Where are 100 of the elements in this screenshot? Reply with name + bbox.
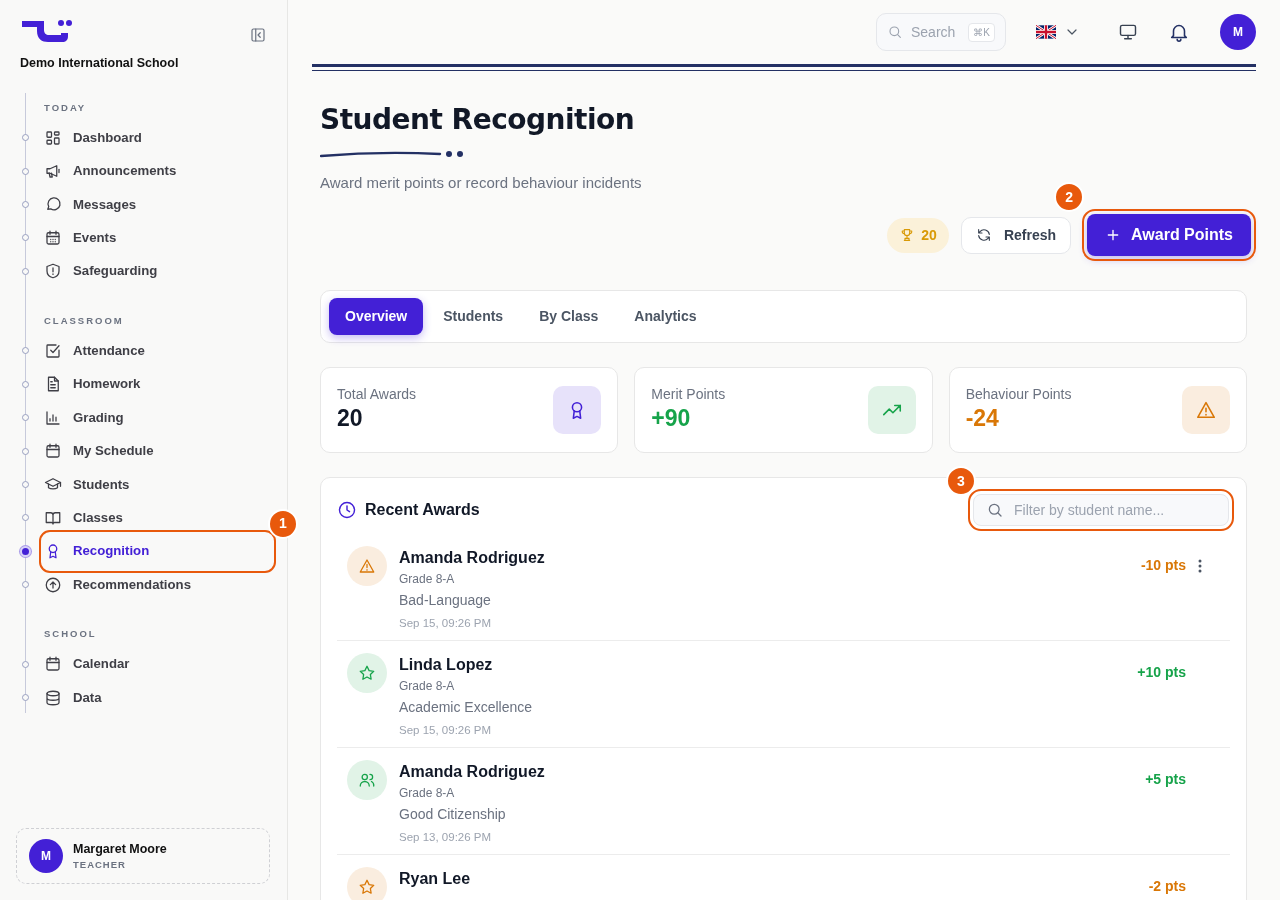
student-grade: Grade 8-A (399, 571, 456, 589)
tab[interactable]: Overview (329, 298, 424, 336)
section-title: Recent Awards (365, 500, 480, 521)
points-value: +5 pts (1145, 770, 1186, 790)
user-role: TEACHER (73, 858, 127, 873)
warning-icon (358, 557, 376, 576)
timeline-dot (22, 380, 29, 388)
sidebar-item[interactable]: Events (44, 221, 271, 255)
points-value: +10 pts (1137, 663, 1186, 683)
timeline-dot (22, 660, 29, 668)
refresh-button[interactable]: Refresh (960, 216, 1072, 254)
student-name: Linda Lopez (399, 655, 494, 676)
tab[interactable]: By Class (523, 298, 615, 336)
page-subtitle: Award merit points or record behaviour incidents (320, 172, 643, 193)
step-number-badge: 2 (1054, 182, 1085, 213)
sidebar-item[interactable]: Classes (44, 501, 271, 535)
section-heading: CLASSROOM (44, 313, 124, 328)
calendar-icon (44, 655, 62, 674)
star-icon (358, 878, 376, 897)
sidebar-item[interactable]: Recommendations (44, 567, 271, 602)
page-title: Student Recognition (320, 103, 636, 137)
more-options-icon[interactable] (1198, 559, 1202, 574)
award-reason: Good Citizenship (399, 805, 507, 825)
sidebar-item[interactable]: My Schedule (44, 434, 271, 468)
school-name: Demo International School (20, 55, 179, 72)
sidebar-item[interactable]: Recognition (44, 534, 271, 568)
timeline-dot (22, 167, 29, 175)
award-row[interactable]: Amanda Rodriguez Grade 8-A Bad-Language Sep 15, 09:26 PM -10 pts (337, 534, 1230, 642)
student-name: Amanda Rodriguez (399, 762, 545, 783)
sidebar-item[interactable]: Calendar (44, 647, 271, 681)
collapse-sidebar-icon[interactable] (249, 26, 267, 44)
student-grade: Grade 8-A (399, 785, 456, 803)
points-value: -10 pts (1140, 556, 1186, 576)
megaphone-icon (44, 162, 62, 181)
section-heading: SCHOOL (44, 627, 97, 642)
search-icon (887, 24, 903, 40)
user-name: Margaret Moore (73, 840, 167, 858)
award-row[interactable]: Amanda Rodriguez Grade 8-A Good Citizenship Sep 13, 09:26 PM +5 pts (337, 748, 1230, 856)
award-time: Sep 13, 09:26 PM (399, 830, 493, 846)
timeline-dot (22, 480, 29, 488)
timeline-dot (22, 200, 29, 208)
stat-label: Behaviour Points (965, 385, 1072, 405)
timeline-dot (22, 514, 29, 522)
points-value: -2 pts (1148, 877, 1186, 897)
total-awards-badge: 20 (887, 217, 949, 253)
timeline-dot (22, 234, 29, 242)
sidebar-item[interactable]: Dashboard (44, 121, 271, 155)
award-time: Sep 15, 09:26 PM (399, 616, 493, 632)
checkbox-icon (44, 341, 62, 360)
search-placeholder: Search (911, 22, 956, 42)
stat-value: +90 (651, 405, 692, 433)
tab[interactable]: Analytics (618, 298, 713, 336)
arrow-up-circle-icon (44, 575, 62, 594)
database-icon (44, 688, 62, 707)
timeline-dot (22, 447, 29, 455)
timeline-dot (22, 581, 29, 589)
user-avatar[interactable]: M (1220, 14, 1256, 50)
student-name: Amanda Rodriguez (399, 548, 545, 569)
sidebar-item[interactable]: Attendance (44, 334, 271, 368)
shield-icon (44, 262, 62, 281)
timeline-dot (22, 267, 29, 275)
grid-icon (44, 128, 62, 147)
shortcut-key: ⌘K (968, 22, 995, 42)
timeline-dot (22, 694, 29, 702)
stat-value: 20 (337, 405, 364, 433)
award-row[interactable]: Linda Lopez Grade 8-A Academic Excellence Sep 15, 09:26 PM +10 pts (337, 641, 1230, 749)
award-row[interactable]: Ryan Lee -2 pts (337, 855, 1230, 900)
sidebar-item[interactable]: Messages (44, 187, 271, 222)
timeline-dot (22, 134, 29, 142)
section-heading: TODAY (44, 100, 87, 115)
step-number-badge: 3 (946, 466, 976, 497)
calendar-icon (44, 228, 62, 247)
clock-icon (337, 500, 357, 521)
sidebar-item[interactable]: Grading (44, 401, 271, 435)
stat-label: Total Awards (337, 385, 417, 405)
sidebar-item[interactable]: Announcements (44, 154, 271, 188)
step-number-badge: 1 (268, 508, 298, 539)
calendar-icon (44, 442, 62, 461)
timeline-dot (22, 414, 29, 422)
stat-value: -24 (965, 405, 1000, 433)
student-name: Ryan Lee (399, 869, 471, 890)
user-avatar: M (29, 839, 63, 873)
refresh-icon (975, 227, 992, 244)
stat-label: Merit Points (651, 385, 726, 405)
sidebar-item[interactable]: Homework (44, 367, 271, 401)
tab[interactable]: Students (427, 298, 520, 336)
timeline-dot (22, 347, 29, 355)
user-card[interactable]: M Margaret Moore TEACHER (16, 828, 270, 884)
people-icon (358, 771, 376, 790)
sidebar-item[interactable]: Students (44, 467, 271, 502)
star-icon (358, 664, 376, 683)
award-reason: Bad-Language (399, 591, 492, 611)
monitor-icon[interactable] (1118, 22, 1138, 42)
award-time: Sep 15, 09:26 PM (399, 723, 493, 739)
sidebar-item[interactable]: Data (44, 680, 271, 715)
timeline-dot (20, 545, 31, 557)
award-reason: Academic Excellence (399, 698, 533, 718)
sidebar-item[interactable]: Safeguarding (44, 254, 271, 288)
student-grade: Grade 8-A (399, 678, 456, 696)
flag-icon[interactable] (1036, 25, 1056, 39)
